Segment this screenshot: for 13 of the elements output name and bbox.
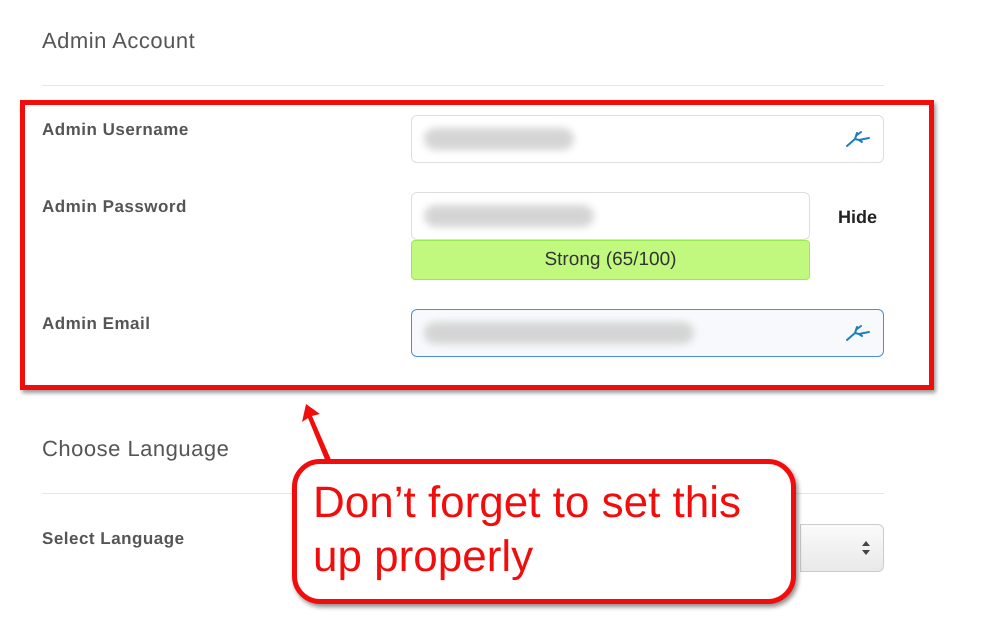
hide-password-button[interactable]: Hide <box>838 204 878 231</box>
input-field[interactable] <box>411 309 884 357</box>
field-label: Admin Email <box>42 313 150 335</box>
field-label: Admin Password <box>42 196 187 218</box>
section-title: Admin Account <box>42 24 884 86</box>
password-strength-meter: Strong (65/100) <box>411 240 810 280</box>
autofill-icon[interactable] <box>845 324 871 342</box>
field-label: Admin Username <box>42 119 189 141</box>
select-arrows-icon <box>861 540 871 556</box>
callout-bubble: Don’t forget to set this up properly <box>292 459 796 604</box>
autofill-icon[interactable] <box>845 130 871 148</box>
field-label: Select Language <box>42 528 185 550</box>
language-select[interactable] <box>800 524 884 572</box>
